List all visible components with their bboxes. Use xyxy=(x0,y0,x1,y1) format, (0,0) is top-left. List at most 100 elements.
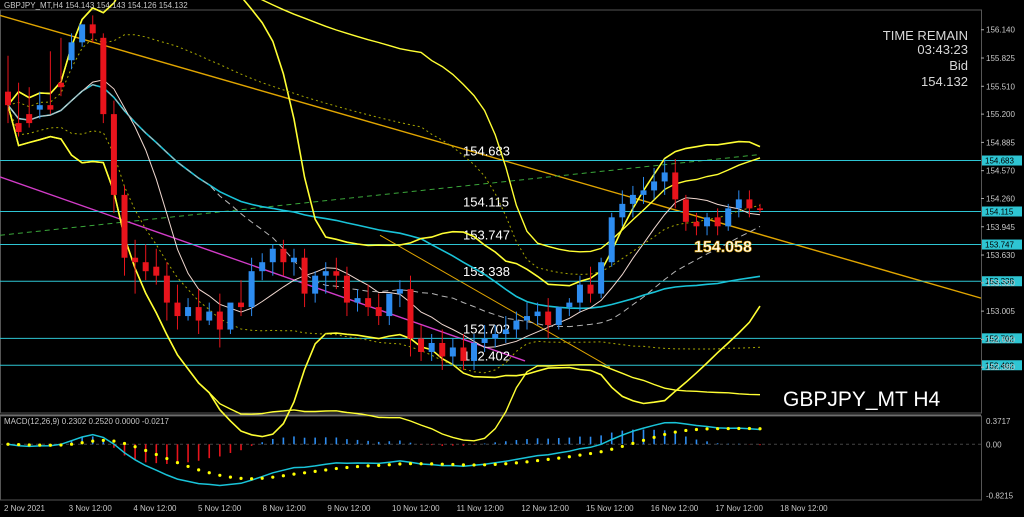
time-remain-value: 03:43:23 xyxy=(917,42,968,57)
bid-value: 154.132 xyxy=(921,74,968,89)
macd-tick-label: 0.00 xyxy=(986,440,1002,449)
candle-body xyxy=(15,123,22,133)
candle-body xyxy=(757,208,763,210)
x-tick-label: 8 Nov 12:00 xyxy=(263,504,307,513)
macd-signal-dot xyxy=(684,428,688,433)
macd-signal-dot xyxy=(610,447,614,451)
candle-body xyxy=(523,316,530,321)
x-tick-label: 5 Nov 12:00 xyxy=(198,504,242,513)
y-tick-label: 153.005 xyxy=(986,307,1015,316)
candle-body xyxy=(460,347,467,361)
candle-body xyxy=(534,311,541,317)
candle-body xyxy=(725,208,732,227)
candle-body xyxy=(132,257,139,263)
candle-body xyxy=(36,105,43,110)
y-tick-label: 154.885 xyxy=(986,138,1015,147)
macd-signal-dot xyxy=(705,427,709,431)
candle-body xyxy=(407,289,414,339)
candle-body xyxy=(57,82,64,88)
candle-body xyxy=(333,271,340,276)
macd-signal-dot xyxy=(112,439,116,443)
candle-body xyxy=(682,199,689,222)
macd-signal-dot xyxy=(334,466,338,471)
candle-body xyxy=(396,289,403,294)
macd-signal-dot xyxy=(122,441,127,446)
macd-tick-label: -0.8215 xyxy=(986,492,1014,501)
candle-body xyxy=(280,248,287,263)
macd-signal-dot xyxy=(313,469,317,474)
level-price-tag: 153.747 xyxy=(985,241,1014,250)
macd-signal-dot xyxy=(504,462,508,466)
candle-body xyxy=(322,271,329,276)
macd-signal-dot xyxy=(324,468,328,472)
candle-body xyxy=(386,293,393,317)
x-tick-label: 9 Nov 12:00 xyxy=(327,504,371,513)
level-price-tag: 154.115 xyxy=(985,208,1014,217)
macd-signal-dot xyxy=(663,432,667,437)
macd-signal-dot xyxy=(398,462,402,466)
candle-body xyxy=(89,24,96,34)
y-tick-label: 154.260 xyxy=(986,194,1015,203)
macd-signal-dot xyxy=(197,468,201,472)
macd-tick-label: 0.3717 xyxy=(986,417,1011,426)
macd-signal-dot xyxy=(620,444,624,449)
macd-signal-dot xyxy=(292,472,296,476)
candle-body xyxy=(185,307,192,317)
macd-signal-dot xyxy=(281,474,285,478)
macd-signal-dot xyxy=(514,461,518,465)
candle-body xyxy=(343,275,350,303)
macd-signal-dot xyxy=(165,456,169,461)
window-title: GBPJPY_MT,H4 154.143 154.143 154.126 154… xyxy=(4,1,188,10)
macd-signal-dot xyxy=(451,462,455,467)
x-tick-label: 3 Nov 12:00 xyxy=(69,504,113,513)
candle-body xyxy=(375,307,382,317)
macd-signal-dot xyxy=(218,473,222,477)
x-tick-label: 11 Nov 12:00 xyxy=(457,504,505,513)
level-label: 152.702 xyxy=(463,321,510,336)
candle-body xyxy=(248,271,255,308)
candle-body xyxy=(619,203,626,218)
macd-signal-dot xyxy=(419,462,423,466)
y-tick-label: 153.320 xyxy=(986,279,1015,288)
macd-signal-dot xyxy=(408,462,413,466)
x-tick-label: 2 Nov 2021 xyxy=(4,504,45,513)
chart-window[interactable]: 154.683154.683154.115154.115153.747153.7… xyxy=(0,0,1024,517)
macd-signal-dot xyxy=(175,461,180,465)
macd-signal-dot xyxy=(461,463,466,467)
candle-body xyxy=(735,199,742,209)
macd-signal-dot xyxy=(673,430,677,434)
candle-body xyxy=(502,329,509,335)
candle-body xyxy=(545,311,552,326)
macd-signal-dot xyxy=(652,435,656,439)
candle-body xyxy=(492,334,499,339)
macd-signal-dot xyxy=(493,462,497,467)
candle-body xyxy=(163,275,170,303)
level-price-tag: 154.683 xyxy=(985,157,1014,166)
macd-signal-dot xyxy=(726,426,730,431)
macd-signal-dot xyxy=(747,426,752,431)
macd-signal-dot xyxy=(440,462,444,466)
macd-signal-dot xyxy=(16,442,21,447)
macd-signal-dot xyxy=(239,476,243,480)
candle-body xyxy=(153,266,160,276)
x-tick-label: 17 Nov 12:00 xyxy=(715,504,763,513)
x-tick-label: 16 Nov 12:00 xyxy=(651,504,699,513)
candle-body xyxy=(651,181,658,191)
candle-body xyxy=(301,257,308,294)
macd-signal-dot xyxy=(535,458,540,463)
macd-signal-dot xyxy=(557,456,561,460)
y-tick-label: 153.630 xyxy=(986,251,1015,260)
macd-signal-dot xyxy=(599,450,603,454)
y-tick-label: 153.945 xyxy=(986,223,1015,232)
candle-body xyxy=(47,105,54,110)
candle-body xyxy=(746,199,753,209)
candle-body xyxy=(290,257,297,263)
macd-signal-dot xyxy=(91,439,95,443)
bid-label: Bid xyxy=(949,58,968,73)
x-tick-label: 10 Nov 12:00 xyxy=(392,504,440,513)
macd-signal-dot xyxy=(737,426,741,431)
candle-body xyxy=(640,190,647,195)
candle-body xyxy=(481,338,488,343)
x-tick-label: 12 Nov 12:00 xyxy=(521,504,569,513)
y-tick-label: 152.380 xyxy=(986,363,1015,372)
